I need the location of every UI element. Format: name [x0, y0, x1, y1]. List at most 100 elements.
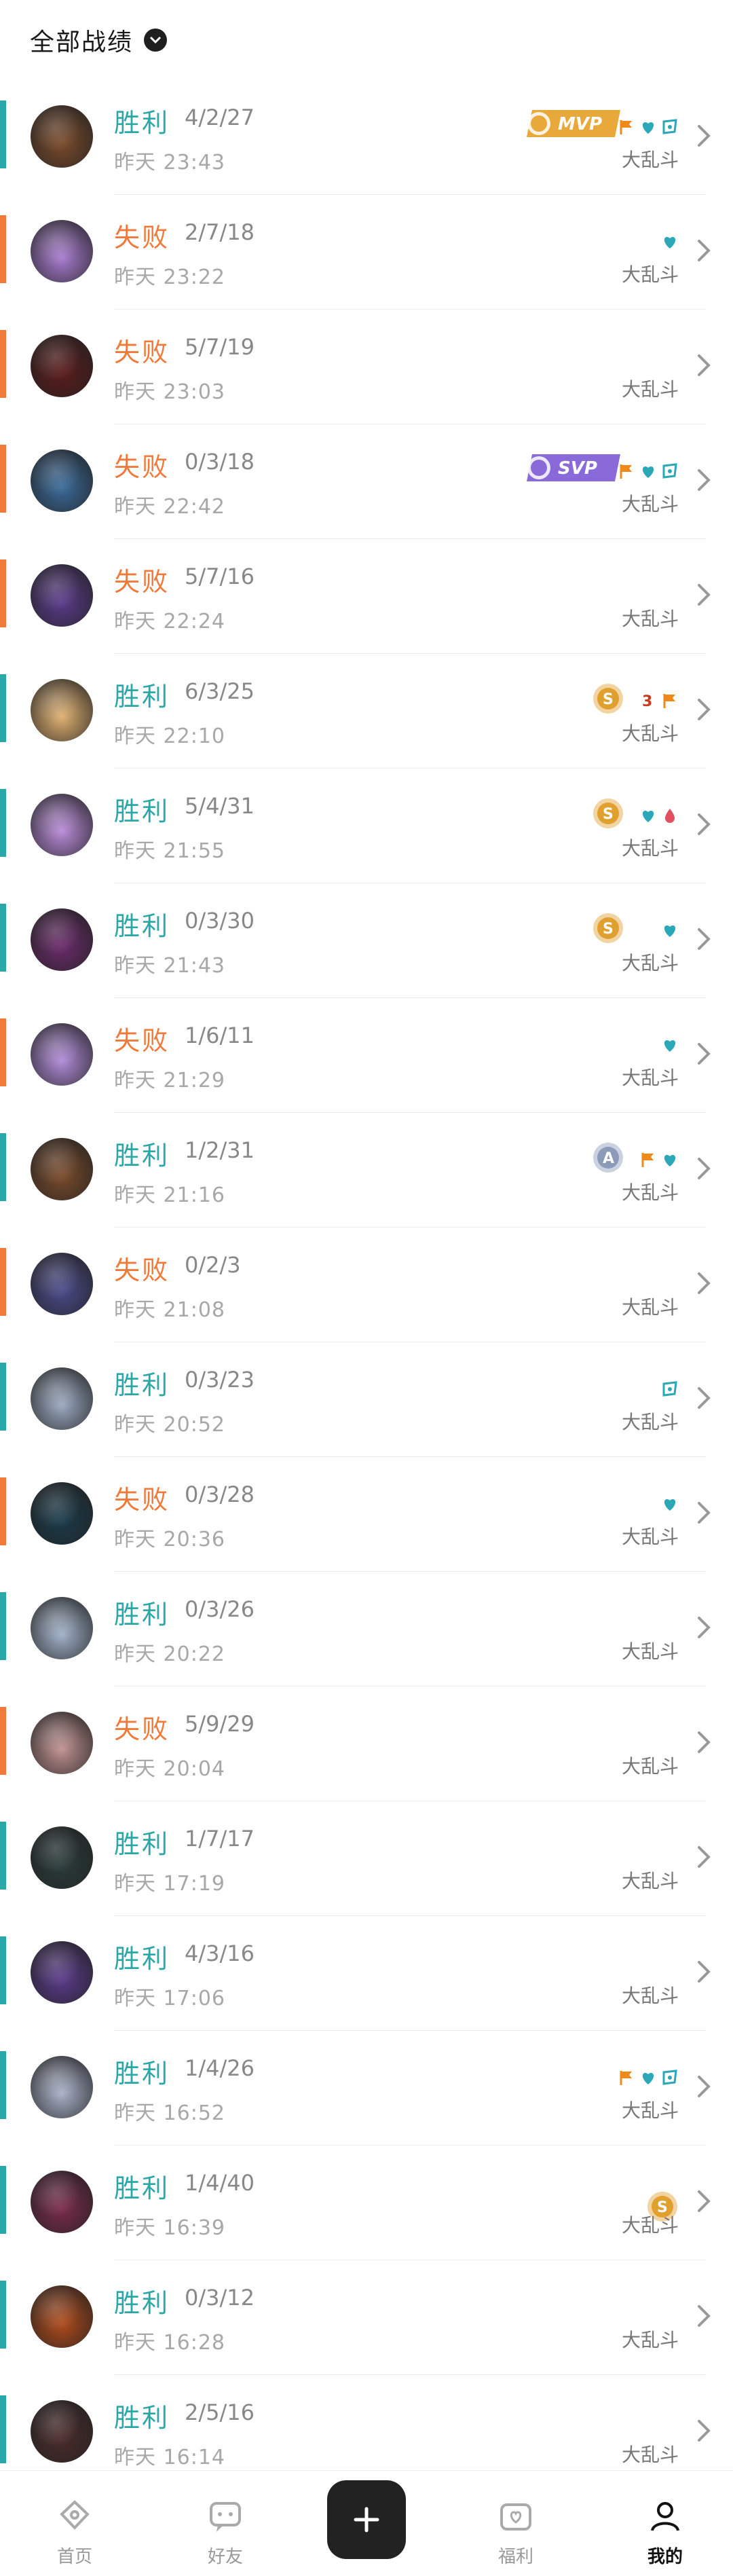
match-row[interactable]: 胜利 5/4/31 昨天 21:55 S 大乱斗 [0, 769, 733, 883]
result-indicator [0, 1592, 6, 1660]
match-kda: 0/3/28 [185, 1482, 255, 1507]
match-kda: 1/6/11 [185, 1023, 255, 1048]
champion-avatar [31, 1367, 93, 1430]
chevron-right-icon [695, 466, 713, 494]
heart-icon [639, 462, 657, 480]
tab-home[interactable]: 首页 [20, 2498, 129, 2568]
svg-text:MVP: MVP [558, 114, 602, 134]
add-button[interactable] [327, 2480, 406, 2559]
rank-a-badge: A [592, 1141, 624, 1177]
heart-icon [661, 1151, 679, 1169]
match-row[interactable]: 胜利 4/2/27 昨天 23:43 MVP 大乱斗 [0, 80, 733, 195]
result-indicator [0, 1133, 6, 1201]
match-row[interactable]: 胜利 0/3/12 昨天 16:28 大乱斗 [0, 2260, 733, 2375]
game-mode: 大乱斗 [621, 1526, 679, 1548]
match-row[interactable]: 胜利 0/3/23 昨天 20:52 大乱斗 [0, 1342, 733, 1457]
match-row[interactable]: 胜利 0/3/26 昨天 20:22 大乱斗 [0, 1572, 733, 1687]
champion-avatar [31, 1941, 93, 2004]
match-row[interactable]: 胜利 1/4/26 昨天 16:52 大乱斗 [0, 2031, 733, 2146]
game-mode: 大乱斗 [621, 2329, 679, 2351]
match-result: 失败 [114, 1485, 170, 1515]
flag-icon [661, 692, 679, 710]
match-time: 昨天 21:29 [114, 1069, 225, 1092]
chevron-right-icon [695, 2073, 713, 2100]
match-row[interactable]: 胜利 4/3/16 昨天 17:06 大乱斗 [0, 1916, 733, 2031]
game-mode: 大乱斗 [621, 837, 679, 860]
filter-title[interactable]: 全部战绩 [30, 22, 133, 58]
match-row[interactable]: 胜利 1/2/31 昨天 21:16 A 大乱斗 [0, 1113, 733, 1228]
match-kda: 0/3/26 [185, 1596, 255, 1622]
match-result: 胜利 [114, 2059, 170, 2089]
match-time: 昨天 20:36 [114, 1528, 225, 1551]
match-row[interactable]: 失败 0/3/28 昨天 20:36 大乱斗 [0, 1457, 733, 1572]
game-mode: 大乱斗 [621, 1870, 679, 1892]
svg-text:S: S [603, 921, 614, 938]
svg-text:S: S [603, 691, 614, 708]
result-indicator [0, 1248, 6, 1316]
result-indicator [0, 330, 6, 398]
shield-icon [661, 118, 679, 136]
drop-icon [661, 807, 679, 824]
game-mode: 大乱斗 [621, 263, 679, 286]
tab-home-label: 首页 [56, 2547, 92, 2567]
match-row[interactable]: 失败 2/7/18 昨天 23:22 大乱斗 [0, 195, 733, 310]
match-row[interactable]: 失败 5/7/16 昨天 22:24 大乱斗 [0, 539, 733, 654]
user-icon [651, 2502, 679, 2531]
champion-avatar [31, 564, 93, 627]
match-time: 昨天 23:43 [114, 151, 225, 174]
match-row[interactable]: 胜利 6/3/25 昨天 22:10 S 3 大乱斗 [0, 654, 733, 769]
game-mode: 大乱斗 [621, 1067, 679, 1089]
tab-me[interactable]: 我的 [611, 2498, 719, 2568]
match-row[interactable]: 失败 5/7/19 昨天 23:03 大乱斗 [0, 310, 733, 424]
game-mode: 大乱斗 [621, 722, 679, 745]
heart-icon [639, 2069, 657, 2086]
match-result: 失败 [114, 1255, 170, 1285]
champion-avatar [31, 1712, 93, 1774]
match-kda: 0/3/30 [185, 908, 255, 934]
champion-avatar [31, 908, 93, 971]
match-kda: 0/3/23 [185, 1367, 255, 1393]
tab-friends[interactable]: 好友 [171, 2498, 280, 2568]
match-result: 胜利 [114, 1944, 170, 1974]
game-mode: 大乱斗 [621, 1755, 679, 1778]
match-result: 失败 [114, 223, 170, 253]
champion-avatar [31, 1826, 93, 1889]
heart-icon [639, 118, 657, 136]
game-mode: 大乱斗 [621, 149, 679, 171]
match-row[interactable]: 失败 0/3/18 昨天 22:42 SVP 大乱斗 [0, 424, 733, 539]
rank-s-badge: S [592, 912, 624, 947]
match-result: 胜利 [114, 2288, 170, 2318]
match-row[interactable]: 失败 0/2/3 昨天 21:08 大乱斗 [0, 1228, 733, 1342]
match-row[interactable]: 失败 5/9/29 昨天 20:04 大乱斗 [0, 1687, 733, 1801]
match-time: 昨天 17:06 [114, 1987, 225, 2010]
result-indicator [0, 904, 6, 972]
match-result: 胜利 [114, 1600, 170, 1630]
match-row[interactable]: 胜利 1/7/17 昨天 17:19 大乱斗 [0, 1801, 733, 1916]
tab-friends-label: 好友 [207, 2547, 243, 2567]
rank-s-badge: S [592, 797, 624, 832]
match-kda: 0/3/18 [185, 449, 255, 475]
game-mode: 大乱斗 [621, 1296, 679, 1319]
chevron-right-icon [695, 2188, 713, 2215]
game-mode: 大乱斗 [621, 2214, 679, 2237]
game-mode: 大乱斗 [621, 952, 679, 974]
match-time: 昨天 21:16 [114, 1183, 225, 1207]
match-time: 昨天 17:19 [114, 1872, 225, 1896]
svg-text:A: A [603, 1150, 614, 1167]
match-row[interactable]: 失败 1/6/11 昨天 21:29 大乱斗 [0, 998, 733, 1113]
shield-icon [661, 1380, 679, 1398]
result-indicator [0, 1018, 6, 1086]
tab-welfare[interactable]: 福利 [462, 2498, 570, 2568]
match-row[interactable]: 胜利 1/4/40 昨天 16:39 S 大乱斗 [0, 2146, 733, 2260]
rank-s-badge: S [592, 682, 624, 718]
chevron-right-icon [695, 811, 713, 838]
chevron-down-icon[interactable] [144, 29, 168, 52]
match-result: 失败 [114, 1714, 170, 1744]
result-indicator [0, 1477, 6, 1545]
match-result: 胜利 [114, 911, 170, 941]
match-time: 昨天 22:24 [114, 610, 225, 633]
chevron-right-icon [695, 2417, 713, 2444]
heart-icon [661, 921, 679, 939]
match-row[interactable]: 胜利 0/3/30 昨天 21:43 S 大乱斗 [0, 883, 733, 998]
shield-icon [661, 462, 679, 480]
